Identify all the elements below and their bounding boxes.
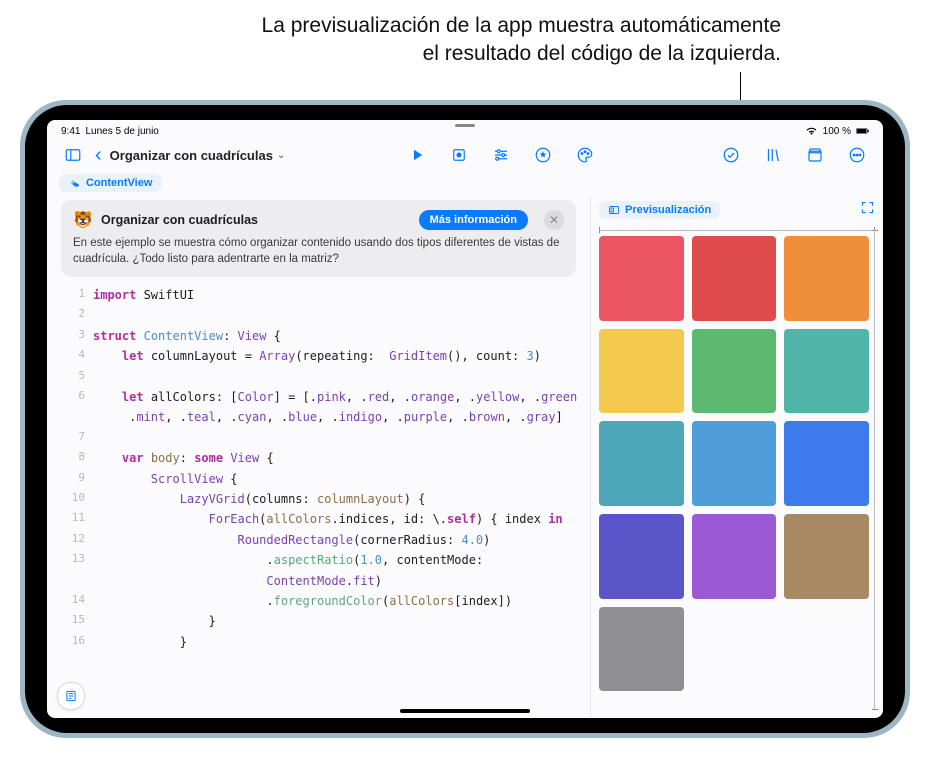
code-line[interactable]: 5 [59, 367, 578, 387]
favorites-icon[interactable] [529, 143, 557, 167]
code-line[interactable]: ContentMode.fit) [59, 571, 578, 591]
battery-text: 100 % [823, 126, 851, 137]
info-card-icon: 🐯 [73, 210, 93, 230]
wifi-icon [805, 126, 818, 136]
sidebar-toggle-icon[interactable] [59, 143, 87, 167]
color-grid [599, 236, 869, 710]
status-bar: 9:41 Lunes 5 de junio 100 % [47, 120, 883, 140]
home-indicator [400, 709, 530, 713]
info-card: 🐯 Organizar con cuadrículas Más informac… [61, 200, 576, 277]
swift-icon [69, 177, 81, 189]
info-card-body: En este ejemplo se muestra cómo organiza… [73, 236, 564, 267]
stop-button[interactable] [445, 143, 473, 167]
expand-preview-button[interactable] [860, 200, 875, 220]
preview-pane: Previsualización [590, 196, 883, 718]
code-line[interactable]: 15 } [59, 611, 578, 631]
status-date: Lunes 5 de junio [85, 126, 158, 137]
code-line[interactable]: .mint, .teal, .cyan, .blue, .indigo, .pu… [59, 407, 578, 427]
code-line[interactable]: 12 RoundedRectangle(cornerRadius: 4.0) [59, 530, 578, 550]
status-pill [455, 124, 475, 127]
grid-cell [784, 236, 869, 321]
ruler-horizontal [599, 227, 875, 233]
grid-cell [599, 329, 684, 414]
grid-cell [599, 514, 684, 599]
grid-cell [692, 236, 777, 321]
code-line[interactable]: 8 var body: some View { [59, 448, 578, 468]
code-line[interactable]: 1import SwiftUI [59, 285, 578, 305]
preview-chip[interactable]: Previsualización [599, 201, 720, 219]
code-line[interactable]: 16 } [59, 632, 578, 652]
grid-cell [692, 514, 777, 599]
validate-icon[interactable] [717, 143, 745, 167]
document-title[interactable]: Organizar con cuadrículas⌄ [110, 148, 286, 163]
grid-cell [784, 514, 869, 599]
code-line[interactable]: 9 ScrollView { [59, 469, 578, 489]
preview-canvas [599, 230, 875, 710]
editor-pane: 🐯 Organizar con cuadrículas Más informac… [47, 196, 590, 718]
code-editor[interactable]: 1import SwiftUI2 3struct ContentView: Vi… [59, 285, 578, 718]
preview-icon [608, 204, 620, 216]
code-line[interactable]: 7 [59, 428, 578, 448]
code-line[interactable]: 3struct ContentView: View { [59, 326, 578, 346]
annotation-caption: La previsualización de la app muestra au… [0, 12, 781, 69]
close-icon[interactable]: ✕ [544, 210, 564, 230]
grid-cell [599, 607, 684, 692]
code-line[interactable]: 11 ForEach(allColors.indices, id: \.self… [59, 509, 578, 529]
code-line[interactable]: 6 let allColors: [Color] = [.pink, .red,… [59, 387, 578, 407]
more-button[interactable] [843, 143, 871, 167]
ipad-frame: 9:41 Lunes 5 de junio 100 % ‹ [20, 100, 910, 738]
library-icon[interactable] [759, 143, 787, 167]
grid-cell [599, 236, 684, 321]
documentation-button[interactable] [57, 682, 85, 710]
run-button[interactable] [403, 143, 431, 167]
info-card-title: Organizar con cuadrículas [101, 213, 258, 227]
battery-icon [856, 126, 869, 136]
grid-cell [692, 421, 777, 506]
grid-cell [784, 329, 869, 414]
code-line[interactable]: 4 let columnLayout = Array(repeating: Gr… [59, 346, 578, 366]
code-line[interactable]: 14 .foregroundColor(allColors[index]) [59, 591, 578, 611]
code-line[interactable]: 2 [59, 305, 578, 325]
status-time: 9:41 [61, 126, 80, 137]
code-line[interactable]: 13 .aspectRatio(1.0, contentMode: [59, 550, 578, 570]
ruler-vertical [872, 230, 878, 710]
grid-cell [784, 421, 869, 506]
more-info-button[interactable]: Más información [419, 210, 528, 230]
grid-cell [692, 329, 777, 414]
back-button[interactable]: ‹ [95, 144, 102, 167]
archive-icon[interactable] [801, 143, 829, 167]
code-line[interactable]: 10 LazyVGrid(columns: columnLayout) { [59, 489, 578, 509]
chevron-down-icon: ⌄ [277, 150, 285, 161]
toolbar: ‹ Organizar con cuadrículas⌄ [47, 140, 883, 170]
grid-cell [599, 421, 684, 506]
settings-sliders-icon[interactable] [487, 143, 515, 167]
file-chip-contentview[interactable]: ContentView [59, 174, 162, 192]
palette-icon[interactable] [571, 143, 599, 167]
